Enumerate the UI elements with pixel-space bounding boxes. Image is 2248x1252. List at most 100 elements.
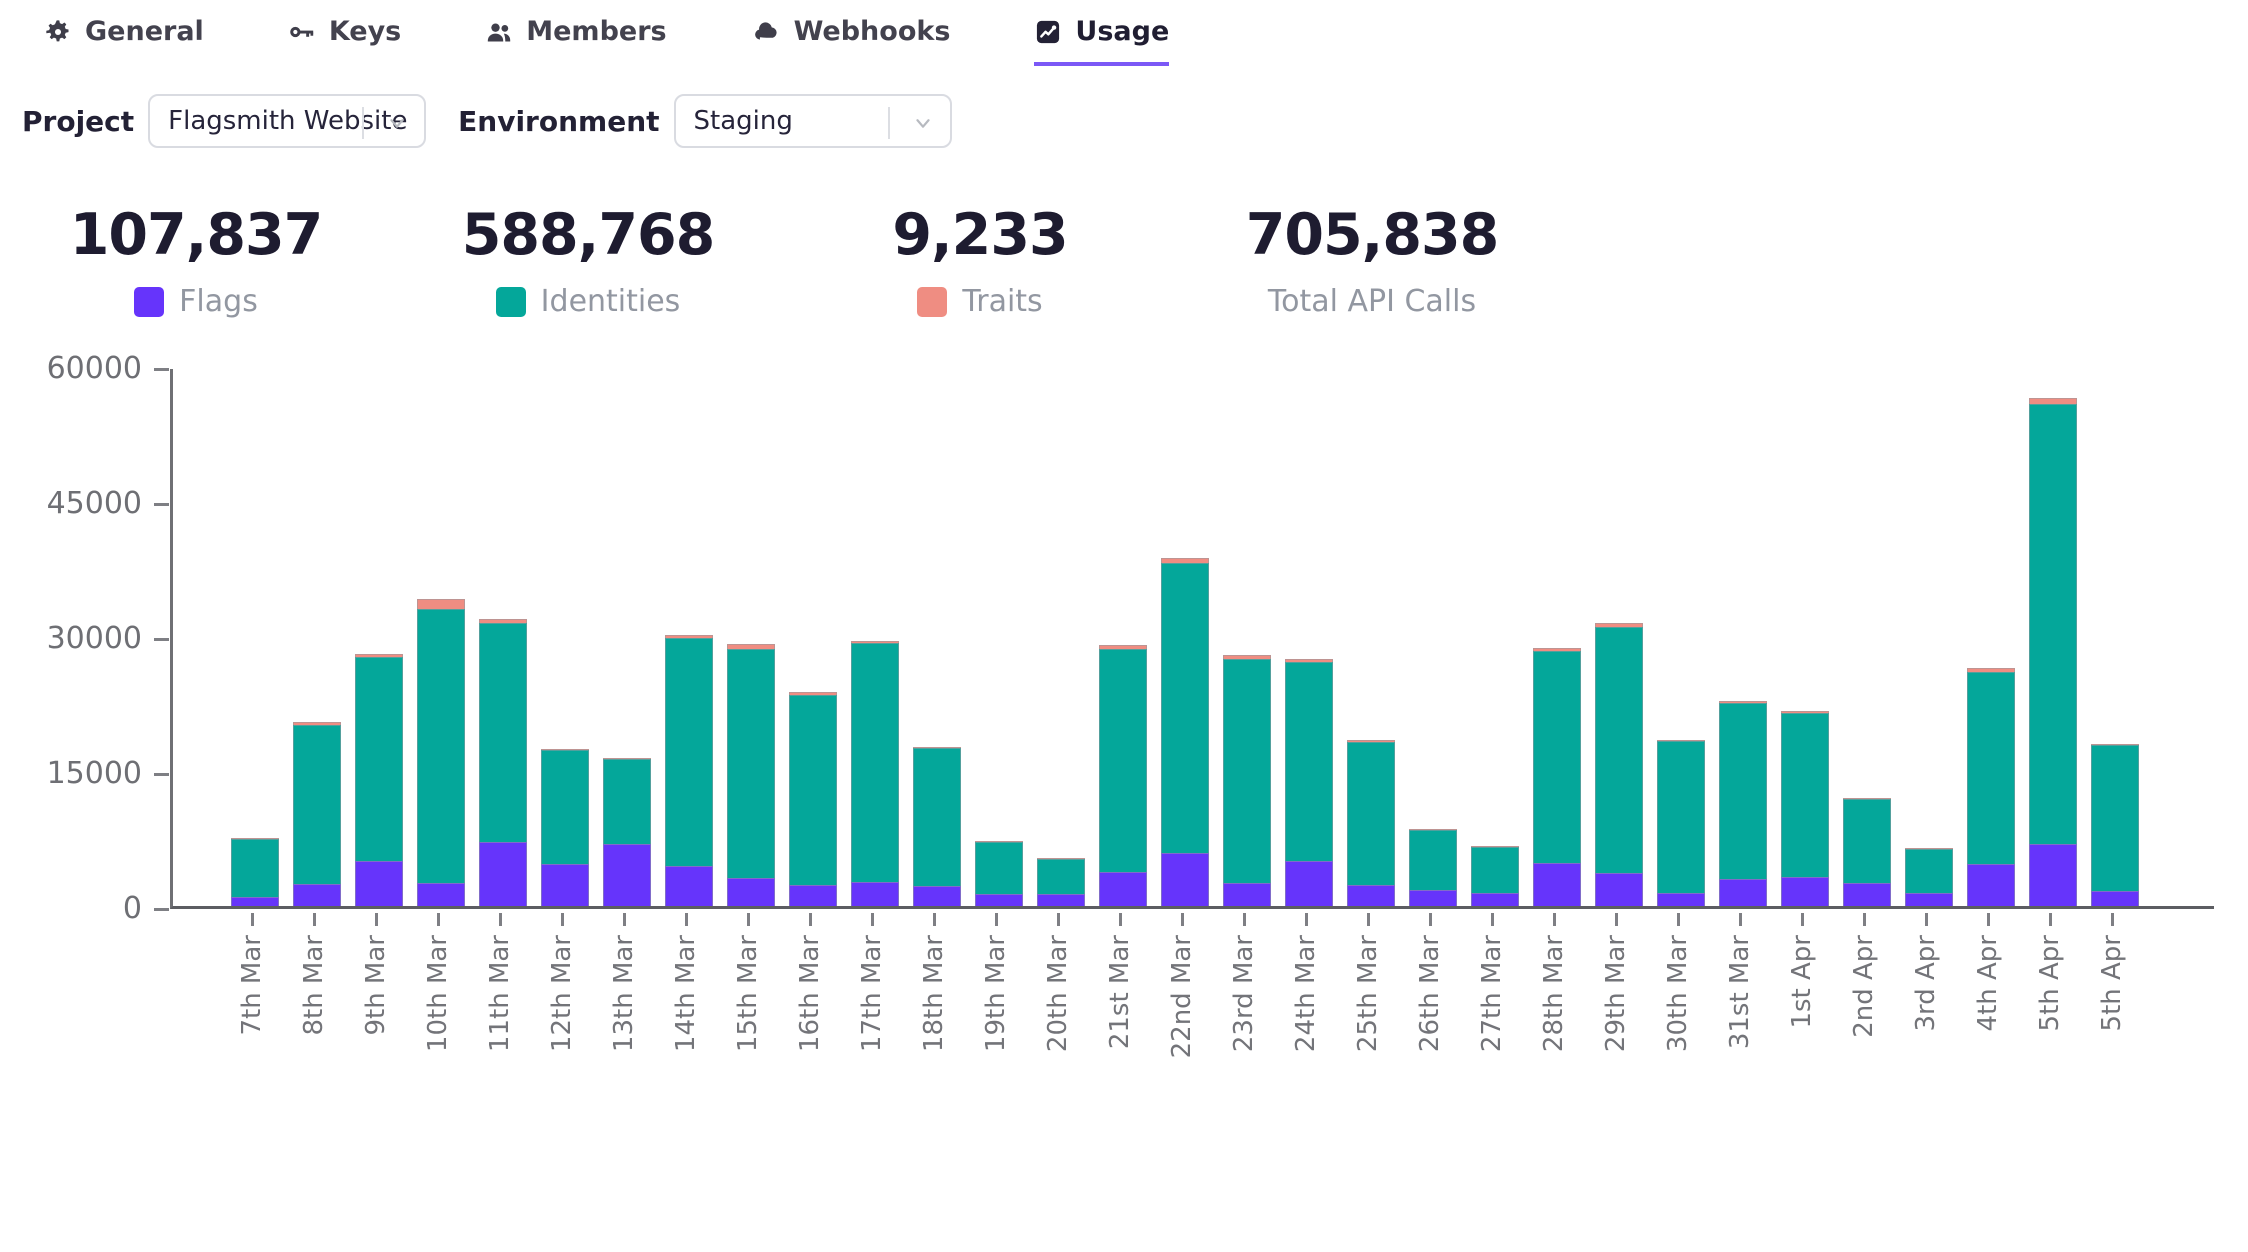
bar-segment-identities — [851, 643, 899, 882]
y-tick-mark — [154, 638, 169, 641]
x-tick-mark — [561, 913, 564, 926]
x-axis-slot: 25th Mar — [1344, 913, 1392, 1058]
tab-webhooks[interactable]: Webhooks — [751, 16, 951, 62]
stacked-bar — [1471, 846, 1519, 906]
stacked-bar — [665, 635, 713, 906]
project-label: Project — [22, 105, 134, 138]
x-tick-label: 3rd Apr — [1913, 935, 1939, 1032]
tab-keys[interactable]: Keys — [288, 16, 401, 62]
project-environment-controls: Project Flagsmith Website Environment St… — [22, 94, 2248, 148]
x-axis-labels: 7th Mar8th Mar9th Mar10th Mar11th Mar12t… — [170, 913, 2214, 1058]
environment-select[interactable]: Staging — [674, 94, 952, 148]
stat-traits: 9,233 Traits — [784, 202, 1176, 319]
bar-segment-flags — [1657, 893, 1705, 906]
stacked-bar — [1595, 623, 1643, 906]
x-axis-slot: 19th Mar — [972, 913, 1020, 1058]
key-icon — [288, 18, 316, 46]
x-tick-label: 16th Mar — [797, 935, 823, 1052]
x-tick-mark — [685, 913, 688, 926]
x-tick-mark — [313, 913, 316, 926]
tab-label: Webhooks — [794, 16, 951, 47]
x-tick-mark — [1677, 913, 1680, 926]
stat-flags: 107,837 Flags — [0, 202, 392, 319]
bar-segment-identities — [1843, 799, 1891, 883]
total-api-calls-label: Total API Calls — [1268, 284, 1476, 319]
x-tick-label: 21st Mar — [1107, 935, 1133, 1049]
stacked-bar — [1037, 858, 1085, 906]
x-axis-slot: 10th Mar — [414, 913, 462, 1058]
x-tick-mark — [1925, 913, 1928, 926]
flags-legend-swatch — [134, 287, 164, 317]
x-tick-mark — [1615, 913, 1618, 926]
bar-segment-identities — [2029, 404, 2077, 844]
x-tick-mark — [1057, 913, 1060, 926]
tab-label: Keys — [329, 16, 401, 47]
tab-members[interactable]: Members — [485, 16, 666, 62]
x-axis-slot: 9th Mar — [352, 913, 400, 1058]
identities-legend-label: Identities — [541, 284, 681, 319]
x-axis-slot: 28th Mar — [1530, 913, 1578, 1058]
bar-segment-flags — [789, 885, 837, 906]
identities-total: 588,768 — [462, 202, 715, 268]
x-tick-mark — [1119, 913, 1122, 926]
bar-segment-flags — [1223, 883, 1271, 906]
x-tick-label: 19th Mar — [983, 935, 1009, 1052]
x-axis-slot: 31st Mar — [1716, 913, 1764, 1058]
project-select[interactable]: Flagsmith Website — [148, 94, 426, 148]
x-axis-slot: 26th Mar — [1406, 913, 1454, 1058]
cloud-icon — [751, 18, 781, 46]
tab-general[interactable]: General — [44, 16, 204, 62]
chevron-down-icon — [912, 111, 934, 141]
stat-identities: 588,768 Identities — [392, 202, 784, 319]
stacked-bar — [1657, 740, 1705, 906]
tab-label: Usage — [1075, 16, 1169, 47]
x-axis-slot: 11th Mar — [476, 913, 524, 1058]
usage-stats: 107,837 Flags 588,768 Identities 9,233 T… — [0, 202, 1568, 319]
stacked-bar — [1781, 711, 1829, 906]
bar-segment-flags — [975, 894, 1023, 906]
x-tick-mark — [871, 913, 874, 926]
identities-legend-swatch — [496, 287, 526, 317]
x-tick-label: 13th Mar — [611, 935, 637, 1052]
tab-usage[interactable]: Usage — [1034, 16, 1169, 66]
project-select-value: Flagsmith Website — [168, 106, 407, 136]
y-tick-mark — [154, 503, 169, 506]
total-api-calls-value: 705,838 — [1246, 202, 1499, 268]
y-tick-label: 45000 — [47, 489, 142, 519]
stacked-bar — [2091, 744, 2139, 906]
bar-segment-identities — [541, 750, 589, 864]
bar-segment-flags — [1409, 890, 1457, 906]
stacked-bar — [1843, 798, 1891, 906]
bar-segment-identities — [727, 649, 775, 878]
stacked-bar — [355, 654, 403, 906]
x-tick-label: 25th Mar — [1355, 935, 1381, 1052]
y-tick-mark — [154, 368, 169, 371]
traits-total: 9,233 — [892, 202, 1067, 268]
x-axis-slot: 22nd Mar — [1158, 913, 1206, 1058]
x-axis-slot: 7th Mar — [228, 913, 276, 1058]
x-tick-label: 5th Apr — [2037, 935, 2063, 1031]
chevron-down-icon — [386, 111, 408, 141]
x-tick-label: 27th Mar — [1479, 935, 1505, 1052]
x-axis-slot: 13th Mar — [600, 913, 648, 1058]
x-axis-slot: 2nd Apr — [1840, 913, 1888, 1058]
bar-segment-flags — [913, 886, 961, 906]
stacked-bar — [603, 758, 651, 906]
bar-segment-flags — [1719, 879, 1767, 906]
bar-segment-identities — [1347, 742, 1395, 885]
y-axis-labels: 015000300004500060000 — [0, 369, 150, 909]
bar-segment-flags — [2029, 844, 2077, 906]
x-tick-mark — [1243, 913, 1246, 926]
bar-segment-traits — [417, 599, 465, 609]
x-tick-mark — [995, 913, 998, 926]
gear-icon — [44, 18, 72, 46]
bar-segment-flags — [1595, 873, 1643, 906]
stacked-bar — [1409, 829, 1457, 906]
x-tick-mark — [1739, 913, 1742, 926]
x-tick-label: 11th Mar — [487, 935, 513, 1052]
chart-icon — [1034, 18, 1062, 46]
x-axis-slot: 20th Mar — [1034, 913, 1082, 1058]
x-tick-label: 29th Mar — [1603, 935, 1629, 1052]
x-axis-slot: 4th Apr — [1964, 913, 2012, 1058]
bar-segment-identities — [1099, 649, 1147, 872]
